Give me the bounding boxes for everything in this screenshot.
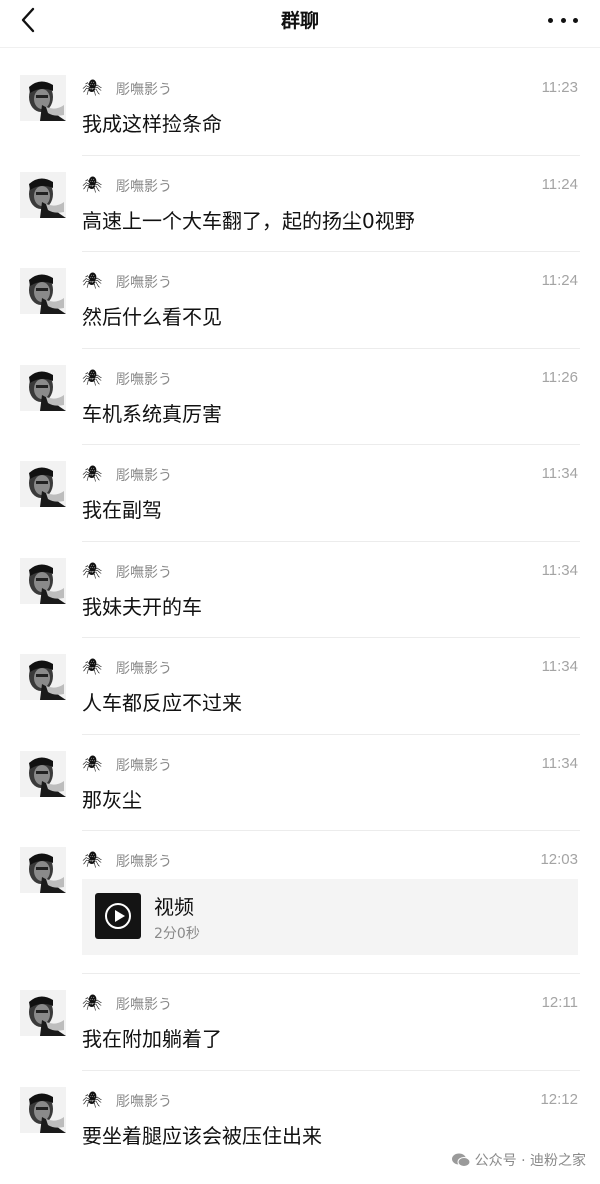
page-title: 群聊 [280, 10, 319, 32]
message-text: 我妹夫开的车 [82, 594, 202, 619]
message-time: 11:24 [541, 272, 578, 289]
sender-name[interactable]: 彫嘸影う [116, 79, 172, 99]
avatar-image [20, 750, 66, 797]
separator [82, 973, 580, 974]
avatar[interactable] [20, 654, 66, 700]
message-row[interactable]: 🕷 彫嘸影う 11:34 我妹夫开的车 [0, 540, 600, 638]
avatar-image [20, 268, 66, 314]
video-title: 视频 [154, 895, 194, 919]
separator [82, 830, 580, 831]
sender-name[interactable]: 彫嘸影う [116, 465, 172, 485]
video-thumbnail[interactable] [95, 893, 141, 939]
separator [82, 1069, 580, 1071]
avatar[interactable] [20, 990, 66, 1036]
message-time: 12:12 [540, 1090, 578, 1108]
message-text: 我在副驾 [82, 498, 162, 522]
message-text: 要坐着腿应该会被压住出来 [82, 1123, 322, 1148]
message-text: 高速上一个大车翻了，起的扬尘0视野 [82, 208, 415, 233]
sender-name[interactable]: 彫嘸影う [116, 369, 172, 389]
message-text: 人车都反应不过来 [82, 691, 242, 715]
message-text: 车机系统真厉害 [82, 401, 222, 426]
spider-icon: 🕷 [82, 753, 103, 773]
message-time: 11:34 [541, 754, 578, 772]
spider-icon: 🕷 [82, 174, 103, 194]
avatar-image [20, 990, 66, 1036]
separator [82, 444, 580, 445]
separator [82, 251, 580, 252]
avatar[interactable] [20, 847, 66, 893]
sender-name[interactable]: 彫嘸影う [116, 176, 172, 196]
sender-name[interactable]: 彫嘸影う [116, 272, 172, 292]
avatar[interactable] [20, 364, 66, 411]
separator [82, 540, 580, 542]
separator [82, 637, 580, 638]
video-card[interactable]: 视频 2分0秒 [82, 879, 578, 955]
spider-icon: 🕷 [82, 271, 103, 290]
avatar[interactable] [20, 75, 66, 121]
separator [82, 347, 580, 349]
avatar-image [20, 1086, 66, 1133]
avatar[interactable] [20, 171, 66, 218]
avatar[interactable] [20, 1086, 66, 1133]
message-text: 那灰尘 [82, 787, 142, 812]
sender-name[interactable]: 彫嘸影う [116, 755, 172, 775]
message-row[interactable]: 🕷 彫嘸影う 11:23 我成这样捡条命 [0, 58, 600, 155]
spider-icon: 🕷 [82, 1089, 103, 1109]
sender-name[interactable]: 彫嘸影う [116, 851, 172, 871]
message-time: 11:34 [541, 465, 578, 482]
separator [82, 154, 580, 156]
more-button[interactable] [548, 8, 578, 32]
avatar-image [20, 75, 66, 121]
message-row[interactable]: 🕷 彫嘸影う 11:24 高速上一个大车翻了，起的扬尘0视野 [0, 154, 600, 252]
message-text: 我在附加躺着了 [82, 1027, 222, 1051]
spider-icon: 🕷 [82, 657, 103, 676]
message-list: 🕷 彫嘸影う 11:23 我成这样捡条命 🕷 彫嘸影う 11:24 高速上一个大车翻了，起的… [0, 58, 600, 1166]
avatar-image [20, 654, 66, 700]
avatar[interactable] [20, 461, 66, 507]
play-icon [105, 903, 131, 929]
sender-name[interactable]: 彫嘸影う [116, 1091, 172, 1111]
avatar-image [20, 364, 66, 411]
top-bar: 群聊 [0, 0, 600, 48]
message-time: 11:34 [541, 561, 578, 579]
spider-icon: 🕷 [82, 560, 103, 580]
spider-icon: 🕷 [82, 993, 103, 1012]
watermark-text: 公众号 · 迪粉之家 [474, 1153, 586, 1169]
avatar[interactable] [20, 268, 66, 314]
message-time: 11:24 [541, 175, 578, 193]
message-text: 我成这样捡条命 [82, 112, 222, 136]
message-row[interactable]: 🕷 彫嘸影う 11:34 我在副驾 [0, 444, 600, 541]
wechat-icon [451, 1153, 471, 1167]
message-row[interactable]: 🕷 彫嘸影う 11:34 人车都反应不过来 [0, 637, 600, 734]
spider-icon: 🕷 [82, 367, 103, 387]
message-row[interactable]: 🕷 彫嘸影う 12:11 我在附加躺着了 [0, 973, 600, 1070]
message-time: 11:34 [541, 658, 578, 675]
spider-icon: 🕷 [82, 464, 103, 483]
message-row[interactable]: 🕷 彫嘸影う 11:26 车机系统真厉害 [0, 347, 600, 445]
avatar-image [20, 171, 66, 218]
message-time: 12:03 [540, 851, 578, 868]
message-row[interactable]: 🕷 彫嘸影う 11:24 然后什么看不见 [0, 251, 600, 348]
avatar[interactable] [20, 750, 66, 797]
avatar-image [20, 847, 66, 893]
avatar-image [20, 557, 66, 604]
message-row[interactable]: 🕷 彫嘸影う 12:03 视频 2分0秒 [0, 830, 600, 973]
separator [82, 733, 580, 735]
avatar[interactable] [20, 557, 66, 604]
sender-name[interactable]: 彫嘸影う [116, 562, 172, 582]
spider-icon: 🕷 [82, 78, 103, 97]
watermark: 公众号 · 迪粉之家 [451, 1150, 586, 1170]
message-time: 11:23 [541, 79, 578, 96]
message-text: 然后什么看不见 [82, 305, 222, 329]
video-duration: 2分0秒 [154, 926, 200, 942]
spider-icon: 🕷 [82, 850, 103, 869]
message-row[interactable]: 🕷 彫嘸影う 11:34 那灰尘 [0, 733, 600, 831]
sender-name[interactable]: 彫嘸影う [116, 994, 172, 1014]
message-time: 11:26 [541, 368, 578, 386]
sender-name[interactable]: 彫嘸影う [116, 658, 172, 678]
message-time: 12:11 [541, 994, 578, 1011]
more-dots-icon [548, 17, 553, 23]
avatar-image [20, 461, 66, 507]
